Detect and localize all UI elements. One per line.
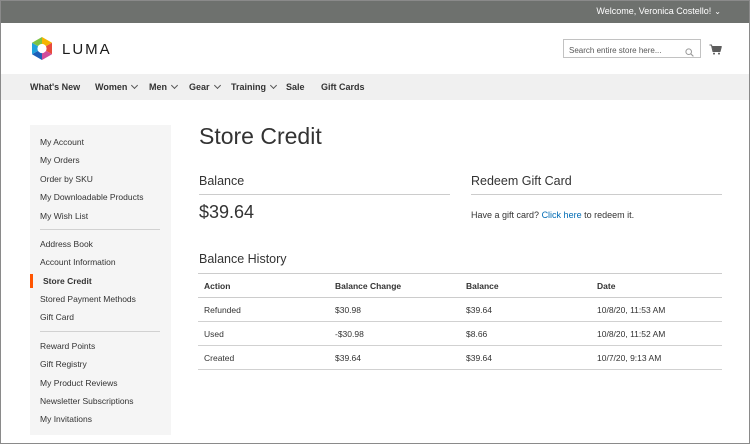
logo[interactable]: LUMA — [30, 36, 112, 62]
column-header-balance: Balance — [460, 273, 591, 298]
sidebar-item-my-invitations[interactable]: My Invitations — [40, 414, 92, 424]
search-icon[interactable] — [685, 44, 694, 62]
balance-history-table: Action Balance Change Balance Date Refun… — [198, 273, 722, 370]
redeem-link[interactable]: Click here — [542, 210, 582, 220]
account-sidebar: My Account My Orders Order by SKU My Dow… — [30, 125, 171, 435]
nav-gear[interactable]: Gear — [189, 74, 221, 100]
table-row: Refunded $30.98 $39.64 10/8/20, 11:53 AM — [198, 297, 722, 322]
cell-balance-change: $30.98 — [329, 297, 460, 322]
cell-action: Refunded — [198, 297, 329, 322]
brand-name: LUMA — [62, 40, 112, 58]
chevron-down-icon — [213, 81, 221, 90]
nav-gift-cards[interactable]: Gift Cards — [321, 74, 365, 100]
redeem-text-before: Have a gift card? — [471, 210, 540, 220]
cart-icon[interactable] — [709, 42, 722, 60]
sidebar-item-wish-list[interactable]: My Wish List — [40, 211, 88, 221]
nav-label: Men — [149, 82, 167, 92]
sidebar-item-gift-registry[interactable]: Gift Registry — [40, 359, 87, 369]
search-box — [563, 39, 701, 59]
nav-sale[interactable]: Sale — [286, 74, 305, 100]
table-row: Used -$30.98 $8.66 10/8/20, 11:52 AM — [198, 321, 722, 346]
luma-logo-icon — [32, 37, 52, 60]
cell-balance: $39.64 — [460, 345, 591, 370]
sidebar-item-stored-payment-methods[interactable]: Stored Payment Methods — [40, 294, 136, 304]
nav-label: Sale — [286, 82, 305, 92]
column-header-balance-change: Balance Change — [329, 273, 460, 298]
nav-label: Gift Cards — [321, 82, 365, 92]
sidebar-item-my-account[interactable]: My Account — [40, 137, 84, 147]
chevron-down-icon: ⌄ — [714, 7, 721, 16]
chevron-down-icon — [131, 81, 139, 90]
nav-label: Women — [95, 82, 128, 92]
column-header-date: Date — [591, 273, 722, 298]
welcome-text: Welcome, Veronica Costello! — [596, 6, 712, 16]
balance-title: Balance — [199, 174, 245, 188]
sidebar-item-product-reviews[interactable]: My Product Reviews — [40, 378, 117, 388]
cell-action: Used — [198, 321, 329, 346]
sidebar-item-reward-points[interactable]: Reward Points — [40, 341, 95, 351]
cell-date: 10/7/20, 9:13 AM — [591, 345, 722, 370]
main-navigation: What's New Women Men Gear Training Sale … — [1, 74, 749, 100]
sidebar-item-store-credit[interactable]: Store Credit — [30, 274, 171, 288]
sidebar-divider — [40, 331, 160, 332]
nav-training[interactable]: Training — [231, 74, 278, 100]
redeem-title: Redeem Gift Card — [471, 174, 572, 188]
nav-label: What's New — [30, 82, 81, 92]
cell-balance: $39.64 — [460, 297, 591, 322]
page-title: Store Credit — [199, 123, 322, 149]
nav-whats-new[interactable]: What's New — [30, 74, 80, 100]
chevron-down-icon — [269, 81, 278, 90]
search-input[interactable] — [564, 42, 681, 59]
sidebar-item-my-orders[interactable]: My Orders — [40, 155, 80, 165]
cell-date: 10/8/20, 11:52 AM — [591, 321, 722, 346]
customer-menu[interactable]: Welcome, Veronica Costello! ⌄ — [596, 6, 721, 16]
top-bar: Welcome, Veronica Costello! ⌄ — [1, 1, 749, 23]
sidebar-item-downloadable-products[interactable]: My Downloadable Products — [40, 192, 143, 202]
redeem-text-after: to redeem it. — [584, 210, 635, 220]
balance-divider — [199, 194, 450, 195]
redeem-divider — [471, 194, 722, 195]
balance-history-title: Balance History — [199, 252, 287, 266]
table-header-row: Action Balance Change Balance Date — [198, 273, 722, 298]
nav-men[interactable]: Men — [149, 74, 179, 100]
sidebar-item-address-book[interactable]: Address Book — [40, 239, 93, 249]
sidebar-item-newsletter-subscriptions[interactable]: Newsletter Subscriptions — [40, 396, 134, 406]
column-header-action: Action — [198, 273, 329, 298]
cell-action: Created — [198, 345, 329, 370]
cell-date: 10/8/20, 11:53 AM — [591, 297, 722, 322]
nav-women[interactable]: Women — [95, 74, 139, 100]
chevron-down-icon — [170, 81, 179, 90]
nav-label: Training — [231, 82, 267, 92]
sidebar-divider — [40, 229, 160, 230]
cell-balance-change: -$30.98 — [329, 321, 460, 346]
sidebar-item-gift-card[interactable]: Gift Card — [40, 312, 74, 322]
cell-balance-change: $39.64 — [329, 345, 460, 370]
sidebar-item-order-by-sku[interactable]: Order by SKU — [40, 174, 93, 184]
redeem-text: Have a gift card? Click here to redeem i… — [471, 210, 634, 220]
table-row: Created $39.64 $39.64 10/7/20, 9:13 AM — [198, 345, 722, 370]
sidebar-item-account-information[interactable]: Account Information — [40, 257, 116, 267]
nav-label: Gear — [189, 82, 210, 92]
cell-balance: $8.66 — [460, 321, 591, 346]
balance-amount: $39.64 — [199, 202, 255, 222]
